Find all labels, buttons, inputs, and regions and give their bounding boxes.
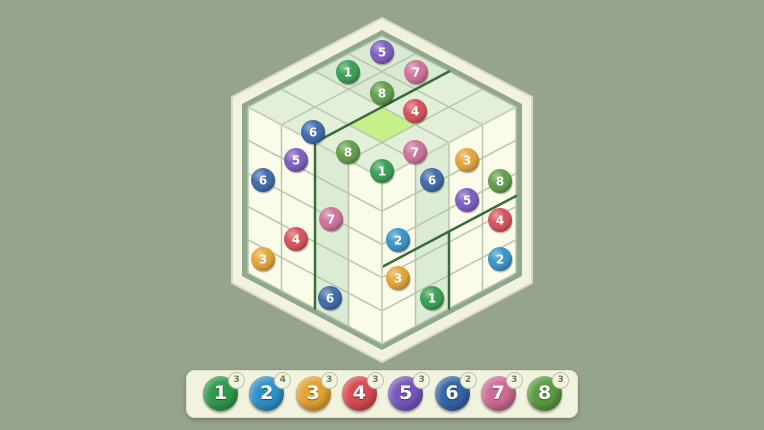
placed-digit-label: 4	[411, 105, 419, 119]
placed-digit-label: 6	[428, 174, 436, 188]
placed-digit-label: 4	[496, 214, 504, 228]
palette-digit-4[interactable]: 43	[341, 372, 384, 411]
remaining-count-badge: 4	[274, 372, 292, 389]
placed-digit-label: 3	[394, 272, 402, 286]
palette-digit-6[interactable]: 62	[434, 372, 477, 411]
remaining-count-badge: 2	[459, 372, 477, 389]
placed-digit-label: 2	[496, 253, 504, 267]
placed-digit-label: 5	[292, 154, 300, 168]
placed-digit-label: 5	[463, 194, 471, 208]
remaining-count-badge: 3	[552, 372, 570, 389]
remaining-count-badge: 3	[505, 372, 523, 389]
placed-digit-label: 8	[378, 87, 386, 101]
palette-digit-5[interactable]: 53	[388, 372, 431, 411]
remaining-count-badge: 3	[320, 372, 338, 389]
placed-digit-label: 3	[259, 253, 267, 267]
remaining-count-badge: 3	[366, 372, 384, 389]
number-palette: 1324334353627383	[186, 370, 578, 418]
placed-digit-label: 7	[412, 66, 420, 80]
placed-digit-label: 1	[428, 292, 436, 306]
placed-digit-label: 3	[463, 154, 471, 168]
palette-digit-8[interactable]: 83	[527, 372, 570, 411]
placed-digit-label: 6	[259, 174, 267, 188]
palette-digit-1[interactable]: 13	[203, 372, 245, 411]
remaining-count-badge: 3	[228, 372, 245, 389]
palette-digit-7[interactable]: 73	[480, 372, 523, 411]
placed-digit-label: 2	[394, 234, 402, 248]
placed-digit-label: 1	[344, 66, 352, 80]
palette-digit-3[interactable]: 33	[295, 372, 338, 411]
placed-digit-label: 5	[378, 46, 386, 60]
placed-digit-label: 1	[378, 165, 386, 179]
placed-digit-label: 8	[496, 175, 504, 189]
placed-digit-label: 7	[411, 146, 419, 160]
placed-digit-label: 4	[292, 233, 300, 247]
placed-digit-label: 6	[309, 126, 317, 140]
placed-digit-label: 6	[326, 292, 334, 306]
placed-digit-label: 8	[344, 146, 352, 160]
cube-sudoku-board: 5 1 7 8 4 6 8 7 1 5 3 6 6 8 5 7 4 2 4 2 3 3 6 1	[231, 16, 533, 364]
palette-digit-2[interactable]: 24	[249, 372, 292, 411]
placed-digit-label: 7	[327, 213, 335, 227]
remaining-count-badge: 3	[413, 372, 431, 389]
